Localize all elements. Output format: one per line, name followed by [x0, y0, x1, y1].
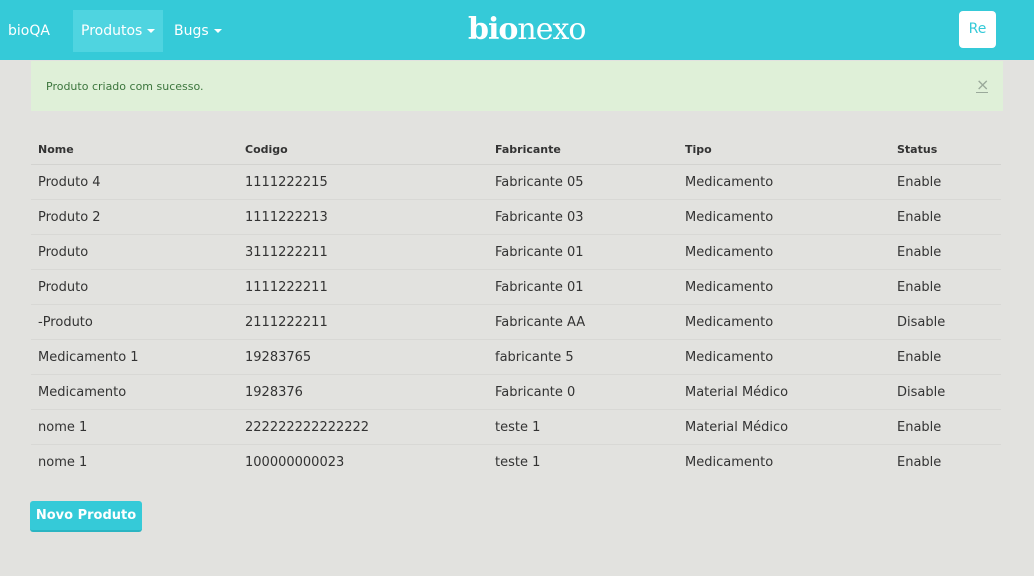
- cell-fabricante: Fabricante 05: [488, 164, 678, 200]
- cell-codigo: 3111222211: [238, 234, 488, 270]
- cell-tipo: Medicamento: [678, 269, 890, 305]
- header-nome: Nome: [31, 134, 238, 165]
- top-navbar: bioQA Produtos Bugs bionexo Re: [0, 0, 1034, 60]
- cell-tipo: Medicamento: [678, 339, 890, 375]
- cell-codigo: 2111222211: [238, 304, 488, 340]
- cell-status: Enable: [890, 409, 1001, 445]
- cell-tipo: Medicamento: [678, 304, 890, 340]
- cell-codigo: 19283765: [238, 339, 488, 375]
- user-menu-button[interactable]: Re: [959, 11, 996, 48]
- cell-nome: nome 1: [31, 444, 238, 479]
- cell-nome: Produto 2: [31, 199, 238, 235]
- cell-codigo: 1928376: [238, 374, 488, 410]
- table-row[interactable]: Produto 1111222211 Fabricante 01 Medicam…: [31, 269, 1001, 305]
- chevron-down-icon: [147, 29, 156, 33]
- cell-status: Enable: [890, 164, 1001, 200]
- table-row[interactable]: nome 1 100000000023 teste 1 Medicamento …: [31, 444, 1001, 479]
- cell-tipo: Material Médico: [678, 409, 890, 445]
- logo-light-text: nexo: [517, 12, 586, 47]
- cell-fabricante: Fabricante 0: [488, 374, 678, 410]
- cell-status: Enable: [890, 269, 1001, 305]
- cell-nome: Medicamento: [31, 374, 238, 410]
- cell-fabricante: teste 1: [488, 444, 678, 479]
- table-row[interactable]: Produto 3111222211 Fabricante 01 Medicam…: [31, 234, 1001, 270]
- header-tipo: Tipo: [678, 134, 890, 165]
- cell-tipo: Medicamento: [678, 164, 890, 200]
- cell-tipo: Medicamento: [678, 234, 890, 270]
- new-product-button[interactable]: Novo Produto: [30, 501, 142, 532]
- bionexo-logo: bionexo: [468, 12, 586, 48]
- brand-link[interactable]: bioQA: [8, 0, 50, 60]
- success-alert: Produto criado com sucesso. ×: [31, 61, 1003, 111]
- table-header-row: Nome Codigo Fabricante Tipo Status: [31, 134, 1001, 165]
- chevron-down-icon: [213, 29, 222, 33]
- cell-codigo: 1111222211: [238, 269, 488, 305]
- cell-fabricante: Fabricante 01: [488, 269, 678, 305]
- cell-nome: -Produto: [31, 304, 238, 340]
- header-status: Status: [890, 134, 1001, 165]
- cell-status: Disable: [890, 304, 1001, 340]
- cell-status: Enable: [890, 199, 1001, 235]
- cell-fabricante: Fabricante 01: [488, 234, 678, 270]
- header-codigo: Codigo: [238, 134, 488, 165]
- cell-codigo: 1111222215: [238, 164, 488, 200]
- alert-message: Produto criado com sucesso.: [46, 80, 204, 93]
- menu-bugs-label: Bugs: [174, 23, 209, 39]
- table-row[interactable]: -Produto 2111222211 Fabricante AA Medica…: [31, 304, 1001, 340]
- menu-produtos-label: Produtos: [81, 23, 143, 39]
- cell-codigo: 100000000023: [238, 444, 488, 479]
- table-row[interactable]: Medicamento 1 19283765 fabricante 5 Medi…: [31, 339, 1001, 375]
- table-row[interactable]: Produto 2 1111222213 Fabricante 03 Medic…: [31, 199, 1001, 235]
- cell-tipo: Medicamento: [678, 199, 890, 235]
- header-fabricante: Fabricante: [488, 134, 678, 165]
- cell-status: Enable: [890, 444, 1001, 479]
- menu-produtos[interactable]: Produtos: [73, 10, 164, 52]
- cell-status: Disable: [890, 374, 1001, 410]
- cell-fabricante: fabricante 5: [488, 339, 678, 375]
- menu-bugs[interactable]: Bugs: [166, 10, 230, 52]
- close-icon[interactable]: ×: [976, 77, 989, 93]
- products-table: Nome Codigo Fabricante Tipo Status Produ…: [31, 134, 1001, 479]
- table-row[interactable]: Produto 4 1111222215 Fabricante 05 Medic…: [31, 164, 1001, 200]
- cell-nome: Produto 4: [31, 164, 238, 200]
- table-row[interactable]: Medicamento 1928376 Fabricante 0 Materia…: [31, 374, 1001, 410]
- cell-nome: Produto: [31, 269, 238, 305]
- cell-status: Enable: [890, 234, 1001, 270]
- cell-status: Enable: [890, 339, 1001, 375]
- cell-nome: nome 1: [31, 409, 238, 445]
- cell-tipo: Medicamento: [678, 444, 890, 479]
- cell-fabricante: Fabricante AA: [488, 304, 678, 340]
- cell-codigo: 222222222222222: [238, 409, 488, 445]
- table-row[interactable]: nome 1 222222222222222 teste 1 Material …: [31, 409, 1001, 445]
- cell-tipo: Material Médico: [678, 374, 890, 410]
- cell-codigo: 1111222213: [238, 199, 488, 235]
- cell-nome: Produto: [31, 234, 238, 270]
- cell-fabricante: teste 1: [488, 409, 678, 445]
- cell-nome: Medicamento 1: [31, 339, 238, 375]
- cell-fabricante: Fabricante 03: [488, 199, 678, 235]
- logo-bold-text: bio: [468, 12, 518, 47]
